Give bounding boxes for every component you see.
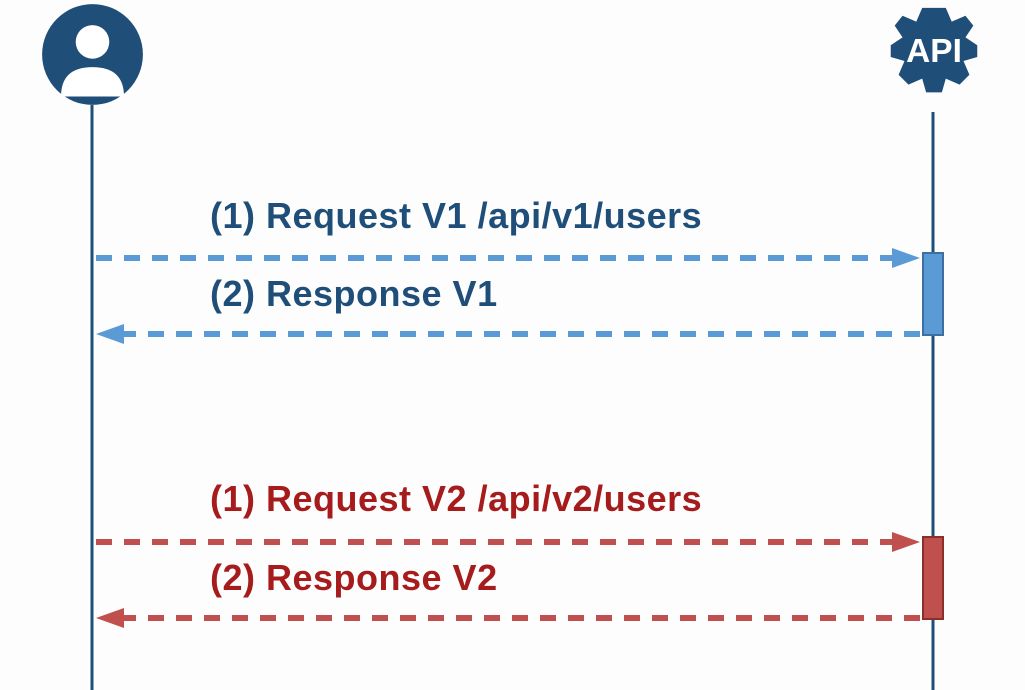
user-icon: [40, 2, 145, 112]
api-gear-icon: API: [875, 0, 993, 123]
arrow-v1-response: [92, 322, 922, 346]
activation-v2: [922, 536, 944, 620]
arrow-v2-response: [92, 606, 922, 630]
arrow-v2-request: [92, 530, 922, 554]
message-label-v2-request: (1) Request V2 /api/v2/users: [210, 478, 702, 520]
api-icon-label: API: [906, 33, 962, 70]
message-label-v1-request: (1) Request V1 /api/v1/users: [210, 195, 702, 237]
sequence-diagram: API (1) Request V1 /api/v1/users (2) Res…: [0, 0, 1025, 688]
message-label-v2-response: (2) Response V2: [210, 557, 498, 599]
user-lifeline: [90, 105, 94, 690]
message-label-v1-response: (2) Response V1: [210, 273, 498, 315]
activation-v1: [922, 252, 944, 336]
arrow-v1-request: [92, 246, 922, 270]
